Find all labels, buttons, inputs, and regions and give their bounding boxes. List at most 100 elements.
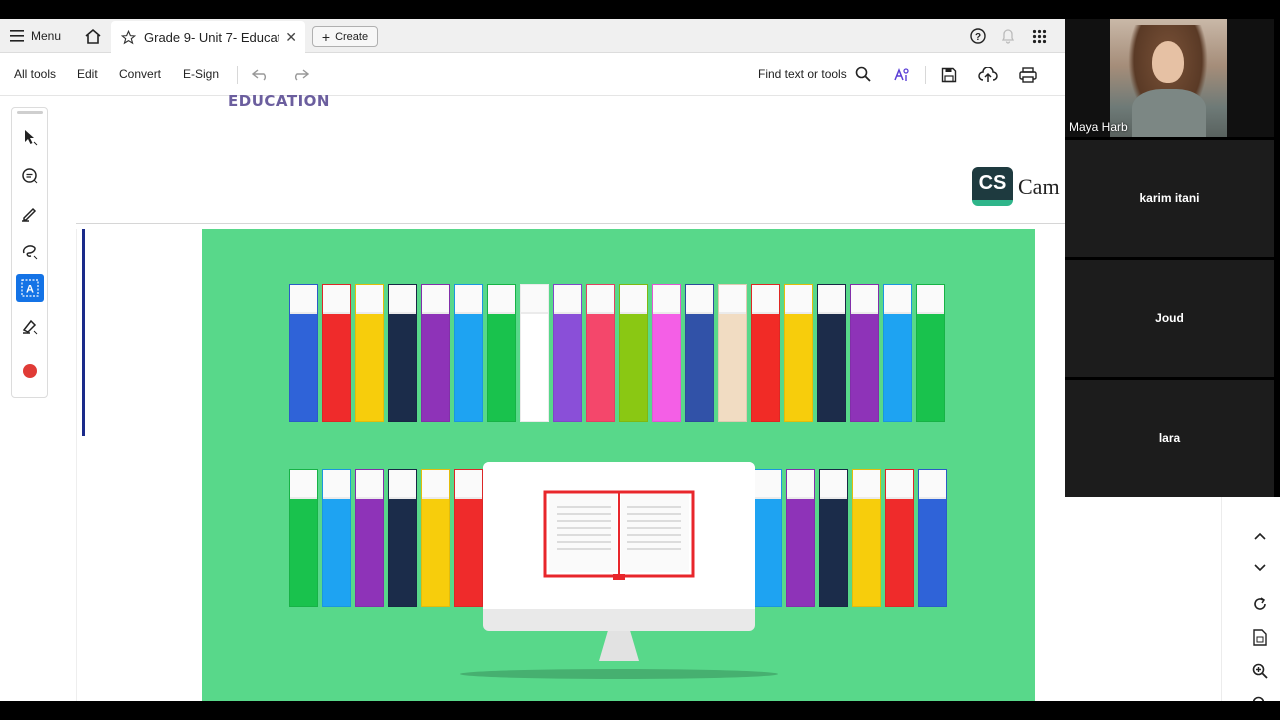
sign-tool-icon[interactable]	[16, 312, 44, 340]
monitor-base-shadow	[460, 669, 778, 679]
book-spine	[817, 284, 846, 422]
esign-button[interactable]: E-Sign	[183, 67, 219, 81]
apps-grid-icon[interactable]	[1030, 27, 1048, 45]
page-edge-marker	[82, 229, 85, 436]
document-viewer[interactable]: EDUCATION CS Cam	[76, 92, 1142, 701]
book-spine	[918, 469, 947, 607]
page-thumbnail-icon[interactable]	[1250, 627, 1270, 647]
create-button[interactable]: + Create	[312, 26, 378, 47]
menu-label: Menu	[31, 29, 62, 43]
camscanner-logo: CS	[972, 167, 1013, 206]
close-tab-icon[interactable]: ✕	[285, 29, 297, 46]
ai-assistant-icon[interactable]	[891, 65, 911, 85]
book-spine	[454, 469, 483, 607]
redo-icon[interactable]	[290, 65, 310, 85]
book-spine	[619, 284, 648, 422]
camscanner-text: Cam	[1018, 174, 1060, 199]
book-spine	[421, 469, 450, 607]
edit-button[interactable]: Edit	[77, 67, 98, 81]
all-tools-button[interactable]: All tools	[14, 67, 56, 81]
participant-name: karim itani	[1139, 191, 1200, 205]
computer-monitor	[483, 462, 755, 661]
video-body	[1132, 89, 1206, 137]
bell-icon[interactable]	[999, 27, 1017, 45]
undo-icon[interactable]	[251, 65, 271, 85]
text-tool-icon[interactable]: A	[16, 274, 44, 302]
book-spine	[885, 469, 914, 607]
record-color-icon[interactable]	[16, 357, 44, 385]
book-spine	[718, 284, 747, 422]
book-spine	[883, 284, 912, 422]
plus-icon: +	[321, 28, 331, 45]
top-letterbox	[0, 0, 1280, 19]
top-shelf	[289, 284, 945, 422]
tab-document[interactable]: Grade 9- Unit 7- Educati... ✕	[111, 21, 305, 53]
book-spine	[454, 284, 483, 422]
page-1: EDUCATION CS Cam	[76, 92, 1066, 224]
participant-tile[interactable]: lara	[1065, 380, 1274, 497]
chevron-up-icon[interactable]	[1250, 526, 1270, 546]
book-spine	[852, 469, 881, 607]
cloud-upload-icon[interactable]	[978, 65, 998, 85]
open-book-icon	[543, 490, 695, 580]
book-spine	[289, 284, 318, 422]
save-icon[interactable]	[939, 65, 959, 85]
bottom-right-shelf	[753, 469, 947, 607]
book-spine	[322, 284, 351, 422]
book-spine	[850, 284, 879, 422]
book-spine	[289, 469, 318, 607]
star-icon[interactable]	[121, 29, 136, 45]
refresh-icon[interactable]	[1250, 594, 1270, 614]
comment-tool-icon[interactable]	[16, 162, 44, 190]
participant-name: lara	[1158, 431, 1181, 445]
toolbar-divider-right	[925, 66, 926, 84]
participant-tile-video[interactable]: Maya Harb	[1065, 19, 1274, 137]
print-icon[interactable]	[1018, 65, 1038, 85]
participant-name: Joud	[1155, 311, 1184, 325]
book-spine	[753, 469, 782, 607]
book-spine	[487, 284, 516, 422]
chevron-down-icon[interactable]	[1250, 558, 1270, 578]
participants-panel: Maya Harb karim itani Joud lara	[1065, 19, 1280, 497]
home-icon	[85, 28, 101, 44]
svg-text:?: ?	[975, 32, 981, 43]
book-spine	[421, 284, 450, 422]
create-label: Create	[335, 30, 369, 43]
bottom-left-shelf	[289, 469, 483, 607]
highlight-tool-icon[interactable]	[16, 199, 44, 227]
draw-tool-icon[interactable]	[16, 237, 44, 265]
convert-button[interactable]: Convert	[119, 67, 161, 81]
bottom-letterbox	[0, 701, 1280, 720]
search-icon	[855, 66, 871, 82]
find-text-field[interactable]: Find text or tools	[758, 66, 871, 82]
book-spine	[586, 284, 615, 422]
help-icon[interactable]: ?	[969, 27, 987, 45]
monitor-stand	[599, 631, 639, 661]
book-spine	[388, 284, 417, 422]
participant-tile[interactable]: karim itani	[1065, 140, 1274, 257]
book-spine	[553, 284, 582, 422]
book-spine	[322, 469, 351, 607]
bookshelf-illustration	[202, 229, 1035, 701]
book-spine	[355, 284, 384, 422]
participant-tile[interactable]: Joud	[1065, 260, 1274, 377]
book-spine	[784, 284, 813, 422]
zoom-in-icon[interactable]	[1250, 661, 1270, 681]
book-spine	[652, 284, 681, 422]
find-label: Find text or tools	[758, 67, 847, 81]
page-2	[76, 229, 1066, 701]
book-spine	[685, 284, 714, 422]
page-heading: EDUCATION	[228, 92, 330, 110]
monitor-screen	[483, 462, 755, 609]
quick-tools-panel: A	[11, 107, 48, 398]
hamburger-icon	[10, 30, 24, 42]
book-spine	[520, 284, 549, 422]
book-spine	[819, 469, 848, 607]
panel-grip[interactable]	[17, 111, 43, 114]
menu-button[interactable]: Menu	[10, 26, 61, 46]
participant-name: Maya Harb	[1069, 120, 1128, 134]
book-spine	[355, 469, 384, 607]
select-tool-icon[interactable]	[16, 124, 44, 152]
video-face	[1152, 41, 1184, 83]
home-button[interactable]	[82, 26, 104, 46]
